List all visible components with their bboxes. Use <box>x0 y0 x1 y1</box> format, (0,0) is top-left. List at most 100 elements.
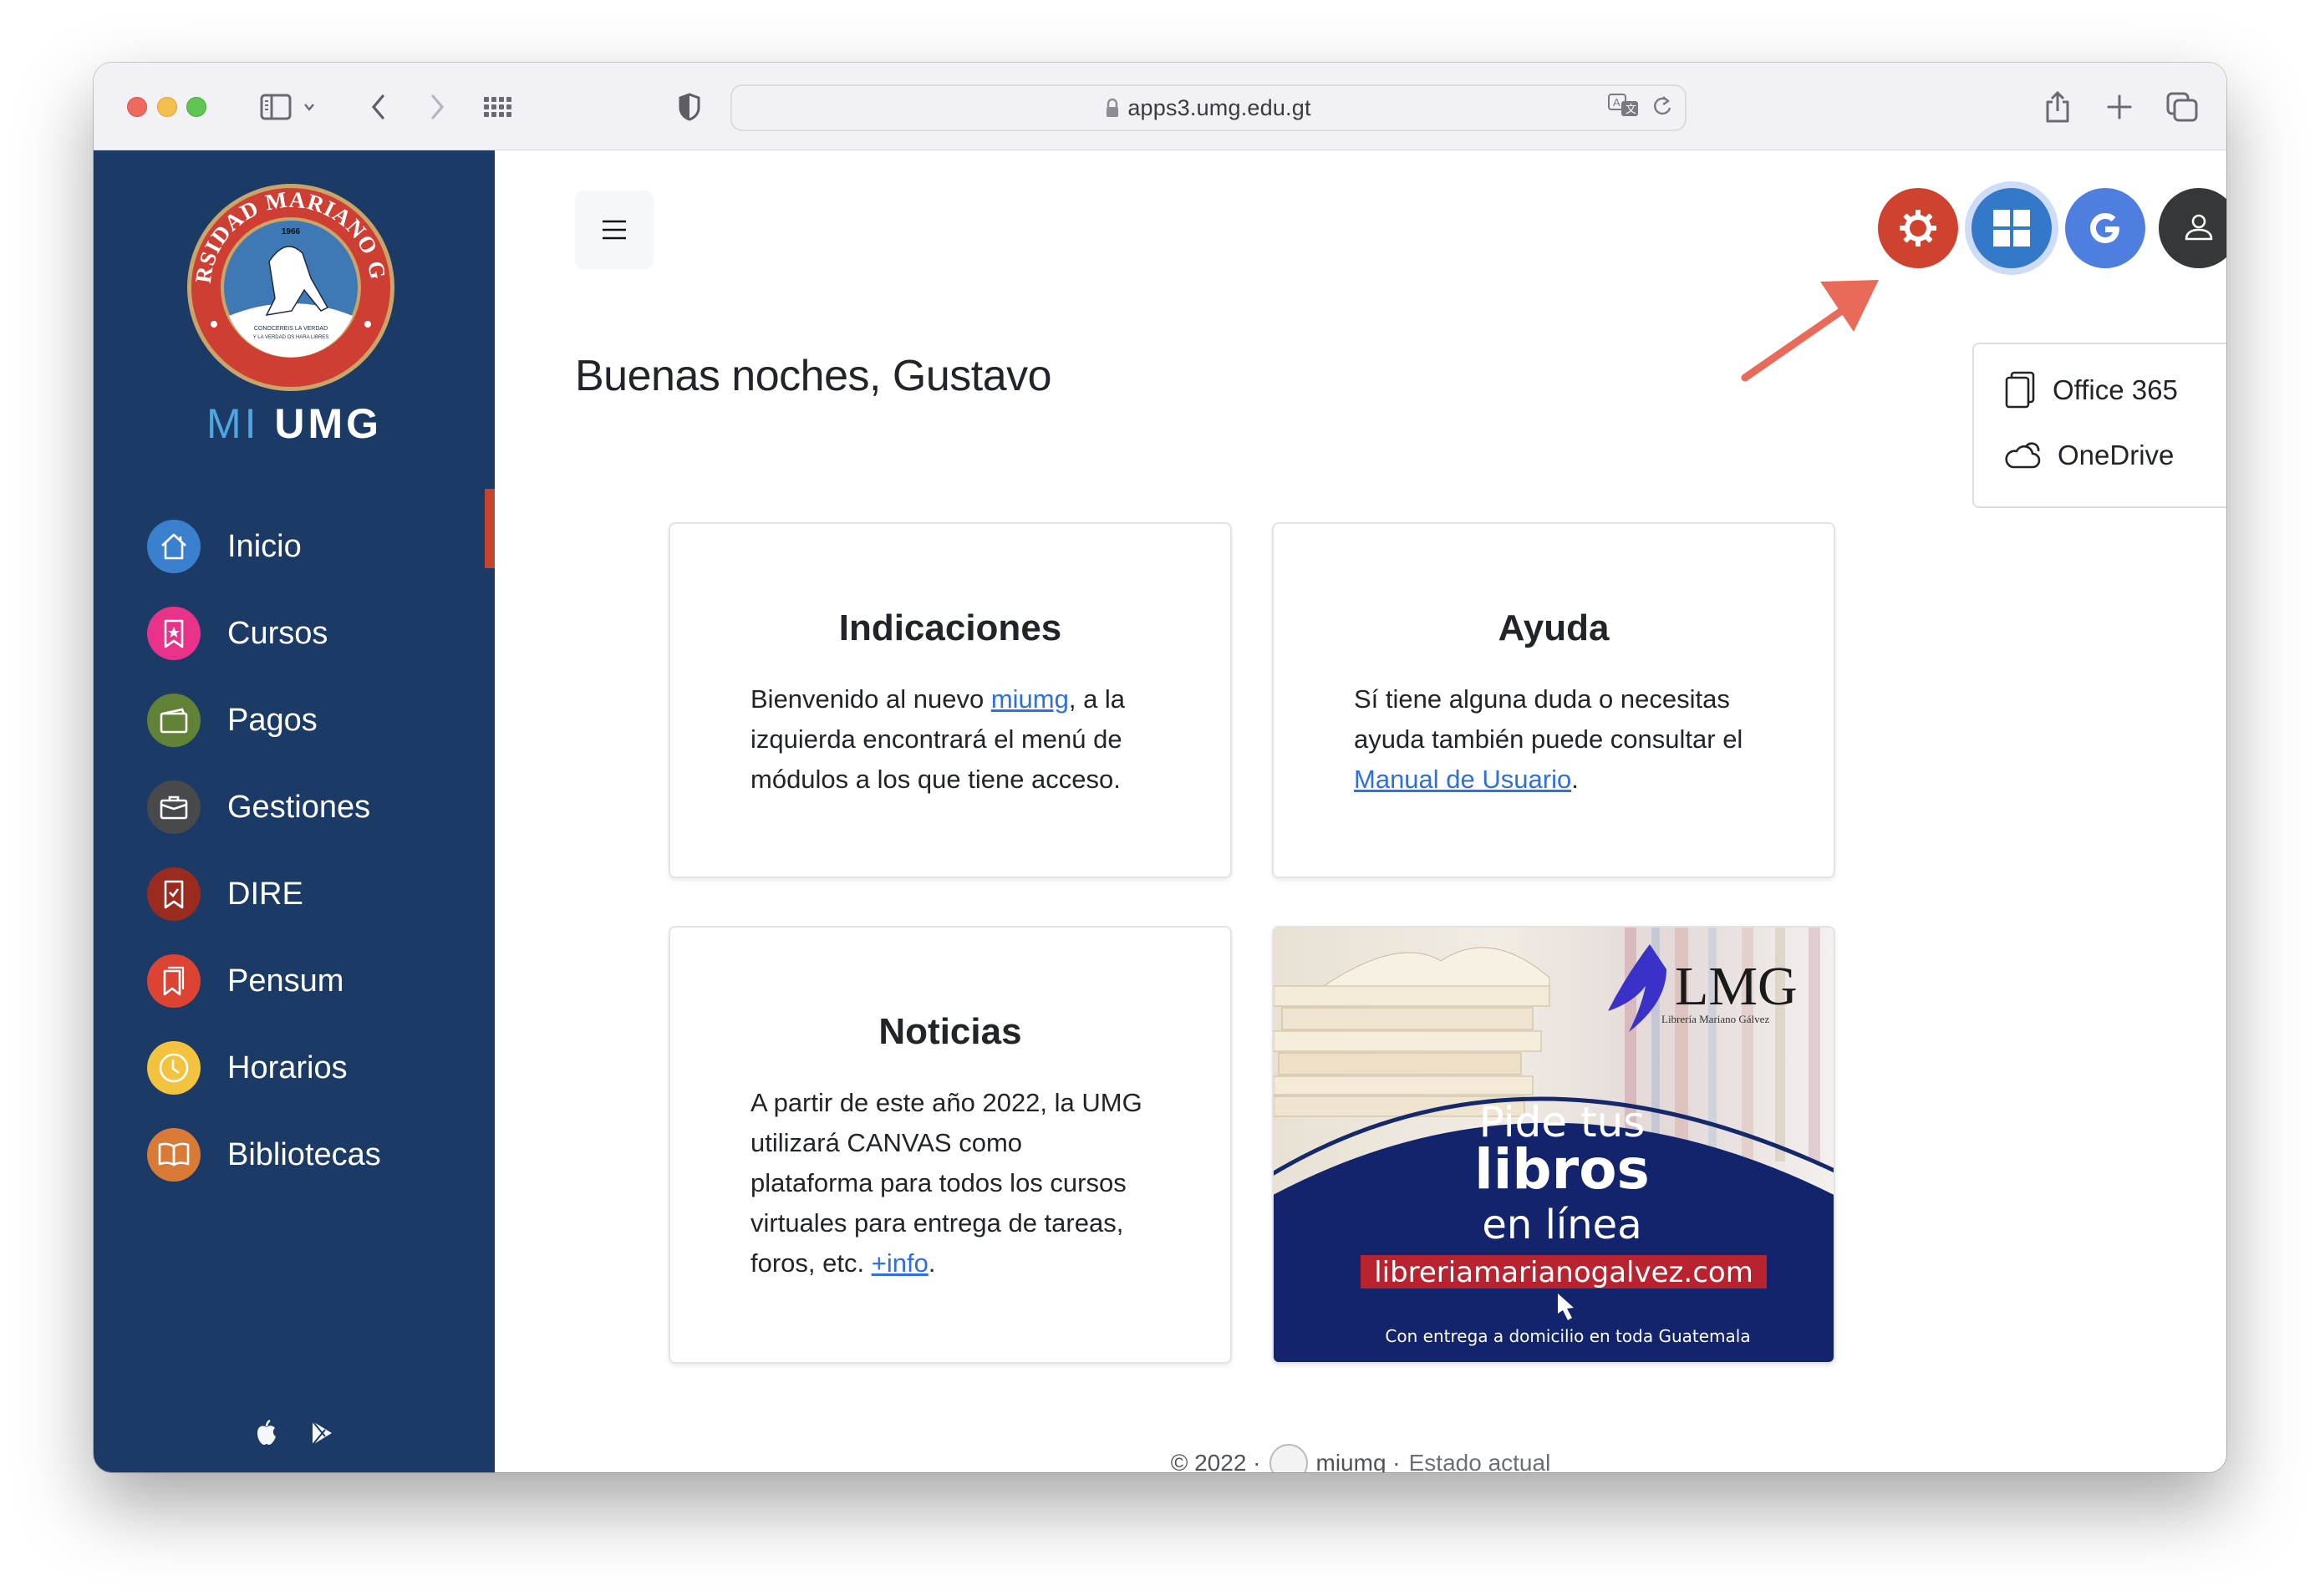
dropdown-item-onedrive[interactable]: OneDrive <box>2004 440 2174 471</box>
sidebar-toggle-icon[interactable] <box>257 88 294 126</box>
svg-text:CONOCEREIS LA VERDAD: CONOCEREIS LA VERDAD <box>254 326 328 332</box>
brand-main: UMG <box>274 400 383 447</box>
sidebar-item-label: Pensum <box>227 963 344 999</box>
text-segment: Bienvenido al nuevo <box>750 684 991 714</box>
settings-button[interactable] <box>1878 188 1958 268</box>
page-footer: © 2022 · miumg · Estado actual <box>495 1444 2226 1472</box>
card-text: Bienvenido al nuevo miumg, a la izquierd… <box>670 679 1230 800</box>
sidebar-item-inicio[interactable]: Inicio <box>147 503 381 590</box>
card-noticias: Noticias A partir de este año 2022, la U… <box>669 926 1232 1364</box>
translate-icon[interactable]: A文 <box>1608 93 1640 124</box>
sidebar-item-label: Pagos <box>227 702 318 738</box>
zoom-window-button[interactable] <box>186 97 206 117</box>
svg-text:A: A <box>1613 96 1620 109</box>
forward-icon[interactable] <box>425 88 450 126</box>
lock-icon <box>1107 98 1119 117</box>
footer-seal-icon <box>1269 1444 1308 1472</box>
google-play-icon[interactable] <box>310 1420 333 1451</box>
bookmark-check-icon <box>147 867 201 921</box>
dropdown-item-label: Office 365 <box>2053 374 2178 405</box>
card-text: Sí tiene alguna duda o necesitas ayuda t… <box>1274 679 1834 800</box>
clock-icon <box>147 1041 201 1095</box>
sidebar-item-label: Cursos <box>227 615 328 651</box>
share-icon[interactable] <box>2041 88 2074 126</box>
apple-icon[interactable] <box>255 1419 278 1451</box>
book-open-icon <box>147 1128 201 1182</box>
user-icon <box>2185 214 2213 241</box>
status-link[interactable]: Estado actual <box>1409 1450 1551 1472</box>
sidebar-item-bibliotecas[interactable]: Bibliotecas <box>147 1111 381 1198</box>
main-content: Office 365 OneDrive Buenas noches, Gusta… <box>495 150 2226 1472</box>
hamburger-icon <box>603 220 626 240</box>
sidebar-item-gestiones[interactable]: Gestiones <box>147 764 381 851</box>
minimize-window-button[interactable] <box>157 97 177 117</box>
bookstore-promo-banner[interactable]: LMG Librería Mariano Gálvez Pide tus lib… <box>1272 926 1835 1364</box>
copyright-text: © 2022 · <box>1170 1450 1261 1472</box>
dropdown-item-office365[interactable]: Office 365 <box>2004 371 2178 409</box>
files-icon <box>2005 371 2035 409</box>
briefcase-icon <box>147 780 201 834</box>
promo-url: libreriamarianogalvez.com <box>1374 1256 1753 1289</box>
card-title: Noticias <box>878 1011 1022 1052</box>
new-tab-icon[interactable] <box>2103 88 2136 126</box>
text-segment: A partir de este año 2022, la UMG utiliz… <box>750 1088 1142 1278</box>
sidebar-item-pagos[interactable]: Pagos <box>147 677 381 764</box>
cloud-icon <box>2005 442 2041 469</box>
dropdown-item-label: OneDrive <box>2058 440 2175 470</box>
more-info-link[interactable]: +info <box>872 1248 929 1278</box>
promo-brand-sub: Librería Mariano Gálvez <box>1661 1013 1769 1025</box>
svg-text:1966: 1966 <box>282 227 301 236</box>
card-ayuda: Ayuda Sí tiene alguna duda o necesitas a… <box>1272 522 1835 878</box>
sidebar-item-label: Gestiones <box>227 789 371 825</box>
sidebar-item-cursos[interactable]: Cursos <box>147 590 381 677</box>
promo-tagline: Con entrega a domicilio en toda Guatemal… <box>1385 1326 1750 1346</box>
close-window-button[interactable] <box>127 97 147 117</box>
address-bar[interactable]: apps3.umg.edu.gt A文 <box>730 84 1687 131</box>
gear-icon <box>1900 210 1936 247</box>
chevron-down-icon[interactable] <box>299 88 319 126</box>
wallet-icon <box>147 694 201 747</box>
google-apps-button[interactable] <box>2065 188 2145 268</box>
home-icon <box>147 520 201 573</box>
profile-button[interactable] <box>2159 188 2226 268</box>
google-icon <box>2090 213 2119 243</box>
browser-window: apps3.umg.edu.gt A文 RSIDAD MARIANO G GUA… <box>94 63 2226 1472</box>
windows-icon <box>1993 210 2030 247</box>
sidebar-item-pensum[interactable]: Pensum <box>147 938 381 1024</box>
sidebar-item-label: Inicio <box>227 528 302 564</box>
browser-toolbar: apps3.umg.edu.gt A文 <box>94 63 2226 150</box>
sidebar-nav: Inicio Cursos Pagos Gestiones DIRE Pensu… <box>147 503 381 1198</box>
sidebar-item-label: Bibliotecas <box>227 1136 381 1172</box>
menu-toggle-button[interactable] <box>575 191 654 269</box>
privacy-shield-icon[interactable] <box>675 88 704 126</box>
card-title: Ayuda <box>1498 607 1610 648</box>
sidebar-item-dire[interactable]: DIRE <box>147 851 381 938</box>
text-segment: . <box>928 1248 936 1278</box>
sidebar-item-label: Horarios <box>227 1050 348 1085</box>
promo-line2: libros <box>1474 1137 1650 1202</box>
promo-brand: LMG <box>1675 956 1798 1017</box>
umg-seal-logo[interactable]: UNIVERSIDAD MARIANO GALVEZ GUATEMALA 196… <box>177 162 396 393</box>
app-store-links <box>94 1419 495 1451</box>
bookmark-star-icon <box>147 607 201 660</box>
bookmarks-icon <box>147 954 201 1008</box>
tab-overview-icon[interactable] <box>2165 88 2200 126</box>
footer-app-name: miumg · <box>1315 1450 1401 1472</box>
tab-grid-icon[interactable] <box>481 88 515 126</box>
reload-icon[interactable] <box>1651 94 1673 123</box>
back-icon[interactable] <box>366 88 391 126</box>
url-text: apps3.umg.edu.gt <box>1127 94 1311 120</box>
svg-text:Y LA VERDAD OS HARA LIBRES: Y LA VERDAD OS HARA LIBRES <box>253 335 329 340</box>
microsoft-apps-button[interactable] <box>1971 188 2052 268</box>
microsoft-apps-dropdown: Office 365 OneDrive <box>1972 343 2226 508</box>
text-segment: Sí tiene alguna duda o necesitas ayuda t… <box>1354 684 1743 754</box>
svg-text:文: 文 <box>1626 103 1636 115</box>
page-greeting: Buenas noches, Gustavo <box>575 352 1052 400</box>
brand-name: MI UMG <box>94 399 495 448</box>
brand-prefix: MI <box>206 400 260 447</box>
user-manual-link[interactable]: Manual de Usuario <box>1354 765 1571 794</box>
sidebar-item-horarios[interactable]: Horarios <box>147 1024 381 1111</box>
miumg-link[interactable]: miumg <box>991 684 1069 714</box>
card-title: Indicaciones <box>838 607 1062 648</box>
active-nav-indicator <box>485 489 495 568</box>
